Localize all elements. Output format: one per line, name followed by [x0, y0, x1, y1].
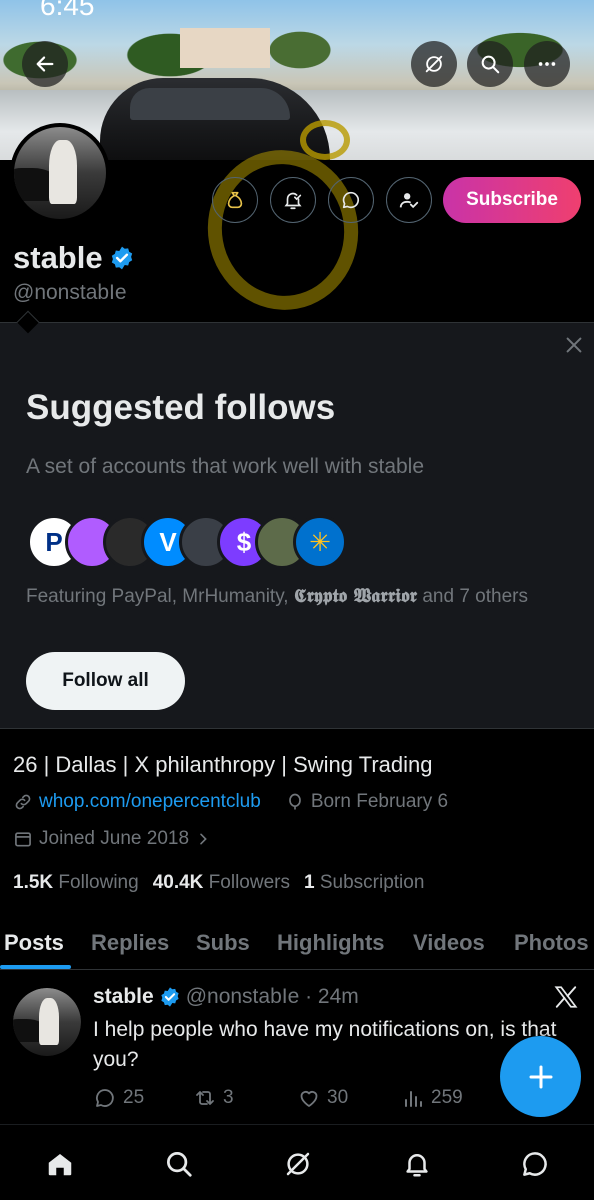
reply-count: 25	[123, 1087, 145, 1108]
tab-replies[interactable]: Replies	[91, 917, 169, 969]
bio-text: 26 | Dallas | X philanthropy | Swing Tra…	[13, 752, 433, 777]
message-button[interactable]	[328, 177, 374, 223]
follow-stats: 1.5K Following 40.4K Followers 1 Subscri…	[13, 872, 424, 894]
money-bag-icon	[227, 191, 243, 209]
chevron-right-icon	[200, 833, 207, 845]
post-header: stable @nonstabIe · 24m	[93, 985, 359, 1009]
repost-icon	[196, 1091, 214, 1105]
post-actions: 25 3 30 259	[93, 1086, 573, 1114]
tab-photos[interactable]: Photos	[514, 917, 589, 969]
suggested-subtitle: A set of accounts that work well with st…	[26, 455, 425, 478]
display-name: stable	[13, 240, 103, 275]
post-avatar[interactable]	[13, 988, 81, 1056]
chat-bubble-icon	[342, 191, 360, 209]
bio-meta-row: whop.com/onepercentclub Born February 6	[13, 791, 448, 813]
nav-home[interactable]	[43, 1147, 77, 1181]
subscriptions-stat[interactable]: 1 Subscription	[304, 872, 424, 894]
status-time: 6:45	[40, 0, 95, 21]
following-button[interactable]	[386, 177, 432, 223]
grok-icon	[286, 1152, 310, 1176]
arrow-left-icon	[36, 56, 54, 72]
joined-row[interactable]: Joined June 2018	[13, 828, 211, 850]
yellow-scribble	[195, 138, 371, 322]
crypto-warrior-name: 𝕮𝖗𝖞𝖕𝖙𝖔 𝖂𝖆𝖗𝖗𝖎𝖔𝖗	[293, 585, 418, 607]
message-bubble-icon	[523, 1152, 547, 1176]
featuring-text: Featuring PayPal, MrHumanity, 𝕮𝖗𝖞𝖕𝖙𝖔 𝖂𝖆𝖗…	[26, 585, 528, 607]
reply-button[interactable]: 25	[93, 1086, 144, 1110]
banner-scribble	[300, 120, 350, 160]
nav-messages[interactable]	[518, 1147, 552, 1181]
nav-search[interactable]	[162, 1147, 196, 1181]
subscribe-button[interactable]: Subscribe	[443, 177, 581, 223]
tip-button[interactable]	[212, 177, 258, 223]
back-button[interactable]	[22, 41, 68, 87]
post-author-name[interactable]: stable	[93, 985, 154, 1009]
home-icon	[48, 1154, 72, 1176]
like-button[interactable]: 30	[297, 1086, 348, 1110]
divider	[0, 322, 594, 323]
x-logo-icon	[554, 986, 578, 1008]
tab-posts[interactable]: Posts	[4, 917, 64, 969]
notifications-button[interactable]	[270, 177, 316, 223]
verified-badge-icon	[161, 987, 179, 1007]
person-check-icon	[399, 193, 419, 209]
more-button[interactable]	[524, 41, 570, 87]
bell-icon	[406, 1154, 428, 1177]
nav-notifications[interactable]	[400, 1147, 434, 1181]
birthday: Born February 6	[310, 791, 449, 812]
repost-button[interactable]: 3	[193, 1086, 234, 1110]
repost-count: 3	[223, 1087, 234, 1108]
search-icon	[167, 1152, 192, 1177]
view-count: 259	[431, 1087, 463, 1108]
suggested-avatar-walmart[interactable]: ✳	[293, 515, 347, 569]
nav-grok[interactable]	[281, 1147, 315, 1181]
tab-subs[interactable]: Subs	[196, 917, 250, 969]
post-meta: @nonstabIe · 24m	[185, 985, 359, 1008]
grok-icon	[425, 55, 443, 73]
profile-tabs: Posts Replies Subs Highlights Videos Pho…	[0, 917, 594, 969]
calendar-icon	[15, 832, 31, 847]
like-count: 30	[327, 1087, 349, 1108]
banner-house	[180, 28, 270, 68]
divider	[0, 728, 594, 729]
search-icon	[481, 55, 500, 74]
reply-icon	[96, 1089, 114, 1107]
website-link[interactable]: whop.com/onepercentclub	[39, 791, 261, 813]
more-icon	[538, 62, 556, 66]
suggested-title: Suggested follows	[26, 388, 336, 427]
balloon-icon	[288, 793, 301, 810]
joined-date: Joined June 2018	[39, 828, 190, 849]
link-icon	[15, 794, 31, 810]
followers-stat[interactable]: 40.4K Followers	[153, 872, 290, 894]
divider	[0, 969, 594, 970]
views-button[interactable]: 259	[401, 1086, 463, 1110]
close-button[interactable]	[561, 332, 587, 358]
profile-avatar[interactable]	[10, 123, 110, 223]
bell-check-icon	[284, 192, 302, 210]
close-icon	[566, 337, 582, 353]
verified-badge-icon	[111, 246, 132, 270]
tab-videos[interactable]: Videos	[413, 917, 485, 969]
bottom-navigation	[0, 1124, 594, 1200]
grok-button[interactable]	[411, 41, 457, 87]
follow-all-button[interactable]: Follow all	[26, 652, 185, 710]
heart-icon	[300, 1091, 318, 1107]
profile-handle: @nonstabIe	[13, 281, 127, 304]
tab-highlights[interactable]: Highlights	[277, 917, 385, 969]
following-stat[interactable]: 1.5K Following	[13, 872, 139, 894]
compose-button[interactable]	[500, 1036, 581, 1117]
views-chart-icon	[405, 1091, 422, 1107]
search-button[interactable]	[467, 41, 513, 87]
plus-icon	[529, 1065, 552, 1088]
profile-name-row: stable	[13, 240, 135, 276]
